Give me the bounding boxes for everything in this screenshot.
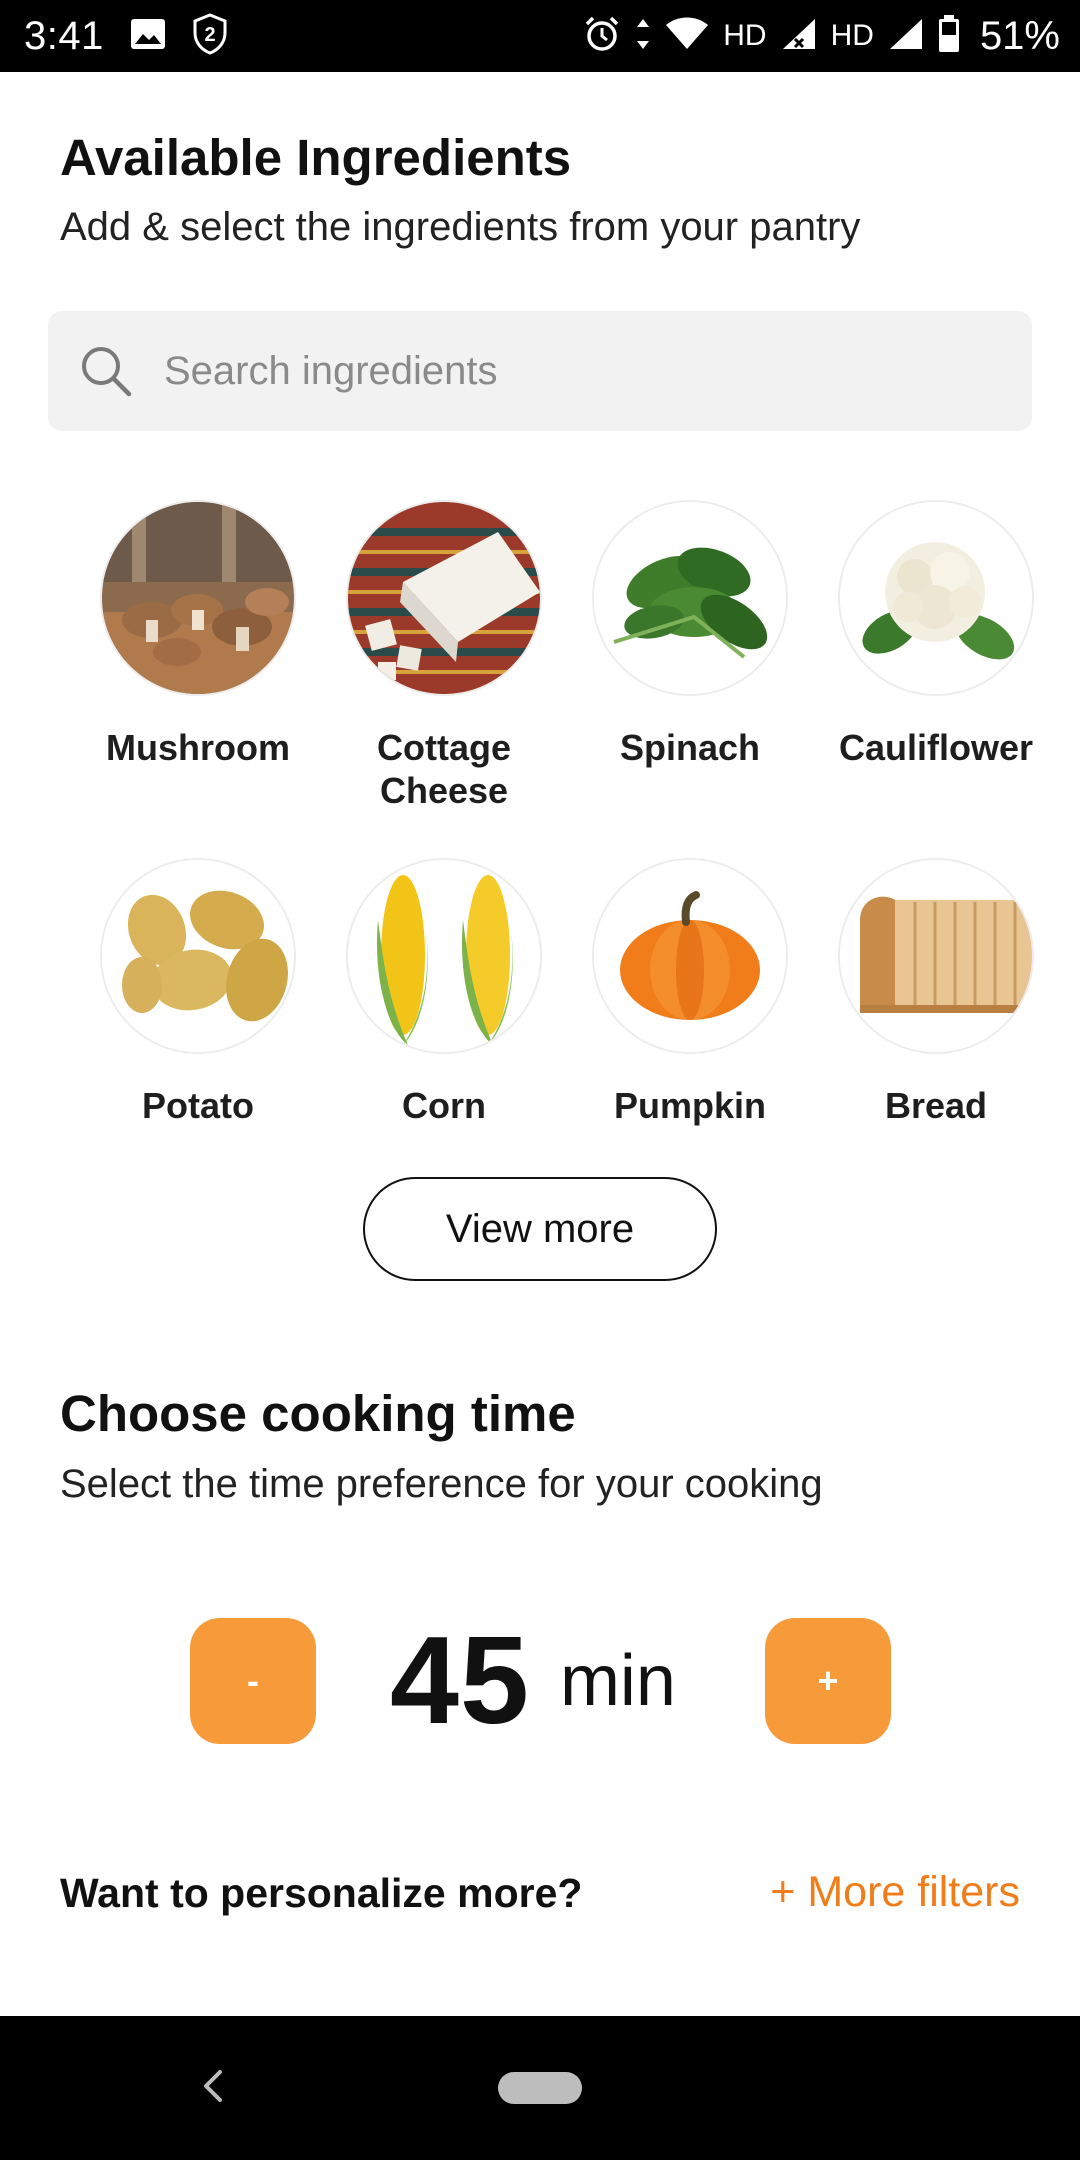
time-unit: min <box>559 1641 676 1721</box>
mushroom-image <box>102 502 294 694</box>
spinach-image <box>594 502 786 694</box>
ingredient-label: Corn <box>402 1085 486 1126</box>
image-icon <box>130 18 166 55</box>
ingredient-label: Cauliflower <box>838 727 1034 768</box>
ingredient-cauliflower[interactable]: Cauliflower <box>826 502 1046 769</box>
decrease-time-button[interactable]: - <box>190 1618 316 1744</box>
view-more-button[interactable]: View more <box>363 1177 717 1281</box>
ingredient-label: Cottage Cheese <box>377 727 511 811</box>
ingredients-title: Available Ingredients <box>60 129 572 186</box>
alarm-icon <box>583 15 621 58</box>
search-input[interactable] <box>162 347 966 395</box>
ingredient-label: Mushroom <box>106 727 290 768</box>
back-icon[interactable] <box>192 2064 232 2108</box>
hd-label-2: HD <box>830 19 874 52</box>
time-display: 45 min <box>390 1612 676 1750</box>
cauliflower-image <box>840 502 1032 694</box>
search-bar[interactable] <box>48 311 1032 431</box>
battery-icon <box>938 14 960 58</box>
ingredient-corn[interactable]: Corn <box>334 860 554 1127</box>
status-bar: 3:41 2 HD HD 51% <box>0 0 1080 72</box>
cooking-time-subtitle: Select the time preference for your cook… <box>60 1462 823 1506</box>
svg-text:2: 2 <box>204 24 215 46</box>
ingredient-mushroom[interactable]: Mushroom <box>88 502 308 769</box>
personalize-question: Want to personalize more? <box>60 1870 583 1916</box>
pumpkin-image <box>594 860 786 1052</box>
ingredients-subtitle: Add & select the ingredients from your p… <box>60 205 861 249</box>
navigation-bar <box>0 2016 1080 2160</box>
ingredient-bread[interactable]: Bread <box>826 860 1046 1127</box>
ingredient-label: Bread <box>884 1085 988 1126</box>
battery-percent: 51% <box>979 13 1060 58</box>
cooking-time-title: Choose cooking time <box>60 1385 576 1442</box>
potato-image <box>102 860 294 1052</box>
corn-image <box>348 860 540 1052</box>
main-content: Available Ingredients Add & select the i… <box>0 72 1080 2016</box>
data-arrows-icon <box>635 17 651 56</box>
ingredient-label: Pumpkin <box>613 1085 766 1126</box>
ingredient-cottage-cheese[interactable]: Cottage Cheese <box>334 502 554 812</box>
hd-label-1: HD <box>723 19 767 52</box>
status-time: 3:41 <box>24 13 104 58</box>
more-filters-link[interactable]: + More filters <box>770 1868 1020 1917</box>
home-pill-icon[interactable] <box>498 2072 582 2104</box>
ingredient-pumpkin[interactable]: Pumpkin <box>580 860 800 1127</box>
signal-icon <box>781 17 817 56</box>
cottage-cheese-image <box>348 502 540 694</box>
signal-icon-2 <box>888 17 924 56</box>
wifi-icon <box>665 17 709 56</box>
cooking-time-stepper: - 45 min + <box>0 1612 1080 1750</box>
ingredient-label: Spinach <box>619 727 761 768</box>
ingredient-label: Potato <box>142 1085 254 1126</box>
time-value: 45 <box>390 1612 530 1750</box>
search-icon <box>78 343 134 399</box>
bread-image <box>840 860 1032 1052</box>
increase-time-button[interactable]: + <box>765 1618 891 1744</box>
ingredient-potato[interactable]: Potato <box>88 860 308 1127</box>
shield-2-icon: 2 <box>192 12 228 60</box>
ingredient-spinach[interactable]: Spinach <box>580 502 800 769</box>
